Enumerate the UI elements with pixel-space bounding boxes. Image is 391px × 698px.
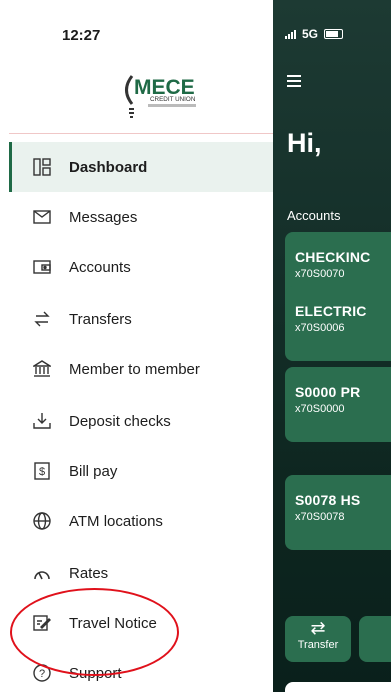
transfer-label: Transfer [297, 639, 339, 651]
account-card[interactable]: S0000 PR x70S0000 [285, 367, 391, 442]
nav-item-dashboard[interactable]: Dashboard [9, 142, 273, 192]
drawer-divider [9, 133, 273, 134]
account-card[interactable]: S0078 HS x70S0078 [285, 475, 391, 550]
nav-label: Member to member [69, 360, 200, 378]
highlight-annotation [10, 588, 179, 676]
nav-item-messages[interactable]: Messages [9, 192, 273, 242]
account-name: S0000 PR [295, 384, 361, 400]
nav-item-deposit-checks[interactable]: Deposit checks [9, 396, 273, 446]
nav-item-accounts[interactable]: Accounts [9, 242, 273, 292]
status-bar-right: 5G [285, 27, 344, 41]
nav-item-atm-locations[interactable]: ATM locations [9, 496, 273, 546]
nav-label: Rates [69, 564, 109, 582]
account-card[interactable]: ELECTRIC x70S0006 [285, 286, 391, 361]
accounts-title: Accounts [287, 208, 341, 223]
account-name: ELECTRIC [295, 303, 367, 319]
account-number: x70S0070 [295, 268, 345, 280]
transfer-arrows-icon: ⇄ [310, 618, 326, 638]
greeting: Hi, [287, 128, 322, 158]
nav-item-transfers[interactable]: Transfers [9, 294, 273, 344]
signal-icon [285, 29, 296, 39]
download-tray-icon [31, 410, 53, 432]
nav-label: Accounts [69, 258, 131, 276]
nav-label: Deposit checks [69, 412, 171, 430]
hamburger-menu-icon[interactable] [287, 75, 301, 90]
dashboard-icon [31, 156, 53, 178]
svg-text:?: ? [39, 668, 45, 680]
nav-label: Bill pay [69, 462, 118, 480]
nav-label: ATM locations [69, 512, 163, 530]
wallet-icon [31, 256, 53, 278]
account-number: x70S0000 [295, 403, 345, 415]
gauge-icon [31, 562, 53, 584]
battery-icon [324, 29, 344, 39]
background-app: 5G Hi, Accounts CHECKINC x70S0070 ELECTR… [273, 0, 391, 692]
dollar-doc-icon: $ [31, 460, 53, 482]
svg-text:$: $ [39, 466, 45, 478]
account-number: x70S0006 [295, 322, 345, 334]
nav-label: Dashboard [69, 158, 148, 176]
brand-logo: MECE CREDIT UNION [118, 70, 210, 120]
transfer-button[interactable]: ⇄ Transfer [285, 616, 351, 662]
bank-icon [31, 358, 53, 380]
status-time: 12:27 [62, 27, 101, 44]
transfer-arrows-icon [31, 308, 53, 330]
account-number: x70S0078 [295, 511, 345, 523]
nav-item-rates[interactable]: Rates [9, 548, 273, 598]
nav-item-member-to-member[interactable]: Member to member [9, 344, 273, 394]
network-label: 5G [302, 27, 319, 41]
bottom-panel [285, 682, 391, 692]
envelope-icon [31, 206, 53, 228]
quick-action-button[interactable] [359, 616, 391, 662]
nav-label: Messages [69, 208, 138, 226]
navigation-drawer: 12:27 MECE CREDIT UNION Dashboard Messag… [0, 0, 273, 692]
nav-label: Transfers [69, 310, 132, 328]
account-name: CHECKINC [295, 249, 371, 265]
account-name: S0078 HS [295, 492, 361, 508]
svg-text:CREDIT UNION: CREDIT UNION [150, 96, 196, 103]
globe-icon [31, 510, 53, 532]
nav-item-bill-pay[interactable]: $ Bill pay [9, 446, 273, 496]
